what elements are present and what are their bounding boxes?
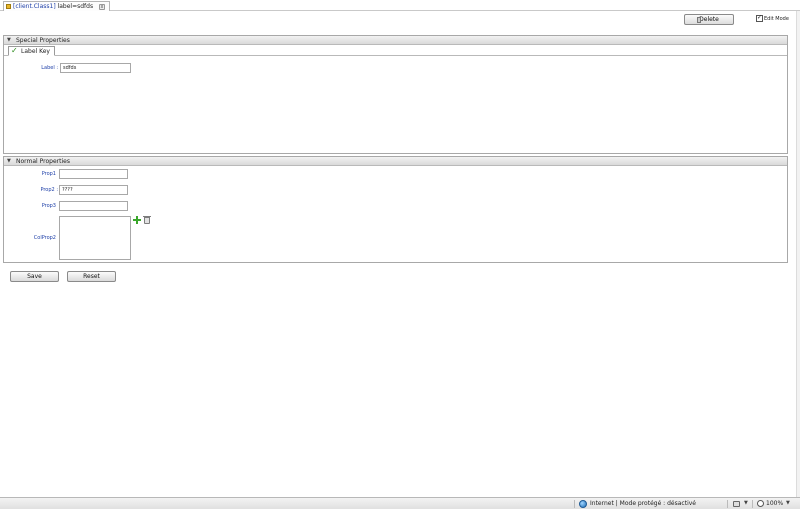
chevron-down-icon: ▼ bbox=[7, 37, 11, 43]
security-zone-text: Internet | Mode protégé : désactivé bbox=[590, 500, 696, 507]
tab-label-key[interactable]: ✓ Label Key bbox=[8, 46, 55, 56]
colprop2-label: ColProp2 bbox=[33, 235, 56, 241]
prop2-input[interactable]: ???? bbox=[59, 185, 128, 195]
save-button[interactable]: Save bbox=[10, 271, 59, 282]
status-divider bbox=[752, 500, 753, 508]
normal-properties-title: Normal Properties bbox=[16, 158, 70, 165]
chevron-down-icon: ▼ bbox=[7, 158, 11, 164]
reset-button[interactable]: Reset bbox=[67, 271, 116, 282]
edit-mode-checkbox[interactable] bbox=[756, 14, 763, 22]
chevron-down-icon[interactable]: ▼ bbox=[786, 498, 790, 509]
tab-label-text: label=sdfds bbox=[55, 3, 94, 10]
scrollbar[interactable] bbox=[796, 11, 800, 497]
class-icon bbox=[6, 4, 11, 9]
zoom-icon[interactable] bbox=[757, 500, 764, 507]
special-properties-title: Special Properties bbox=[16, 37, 70, 44]
edit-mode-toggle[interactable]: Edit Mode bbox=[756, 14, 789, 23]
add-icon[interactable] bbox=[133, 216, 141, 224]
prop1-label: Prop1 bbox=[41, 171, 56, 177]
document-icon bbox=[697, 17, 701, 23]
tab-class1[interactable]: [client.Class1] label=sdfds x bbox=[3, 1, 111, 11]
prop3-label: Prop3 bbox=[41, 203, 56, 209]
checkmark-icon: ✓ bbox=[11, 46, 18, 55]
label-input[interactable]: sdfds bbox=[60, 63, 131, 73]
chevron-down-icon[interactable]: ▼ bbox=[744, 498, 748, 509]
normal-properties-header[interactable]: ▼ Normal Properties bbox=[4, 157, 787, 166]
tab-label-key-text: Label Key bbox=[21, 48, 50, 55]
status-divider bbox=[727, 500, 728, 508]
special-properties-header[interactable]: ▼ Special Properties bbox=[4, 36, 787, 45]
edit-mode-label: Edit Mode bbox=[764, 16, 789, 22]
tab-bar: [client.Class1] label=sdfds x bbox=[0, 0, 800, 11]
colprop2-list[interactable] bbox=[59, 216, 131, 260]
label-field-label: Label : bbox=[41, 65, 58, 71]
status-divider bbox=[574, 500, 575, 508]
close-icon[interactable]: x bbox=[99, 3, 106, 10]
protected-mode-icon[interactable] bbox=[733, 501, 740, 507]
globe-icon bbox=[579, 500, 587, 508]
trash-icon[interactable] bbox=[143, 216, 151, 224]
special-properties-panel: ▼ Special Properties ✓ Label Key bbox=[3, 35, 788, 154]
special-subtab-strip: ✓ Label Key bbox=[4, 45, 787, 56]
tab-class-text: [client.Class1] bbox=[13, 3, 56, 10]
status-bar: Internet | Mode protégé : désactivé ▼ 10… bbox=[0, 497, 800, 509]
prop1-input[interactable] bbox=[59, 169, 128, 179]
delete-button[interactable]: Delete bbox=[684, 14, 734, 25]
delete-button-label: Delete bbox=[699, 16, 719, 23]
prop3-input[interactable] bbox=[59, 201, 128, 211]
zoom-level[interactable]: 100% bbox=[766, 498, 783, 509]
prop2-label: Prop2 : bbox=[40, 187, 58, 193]
